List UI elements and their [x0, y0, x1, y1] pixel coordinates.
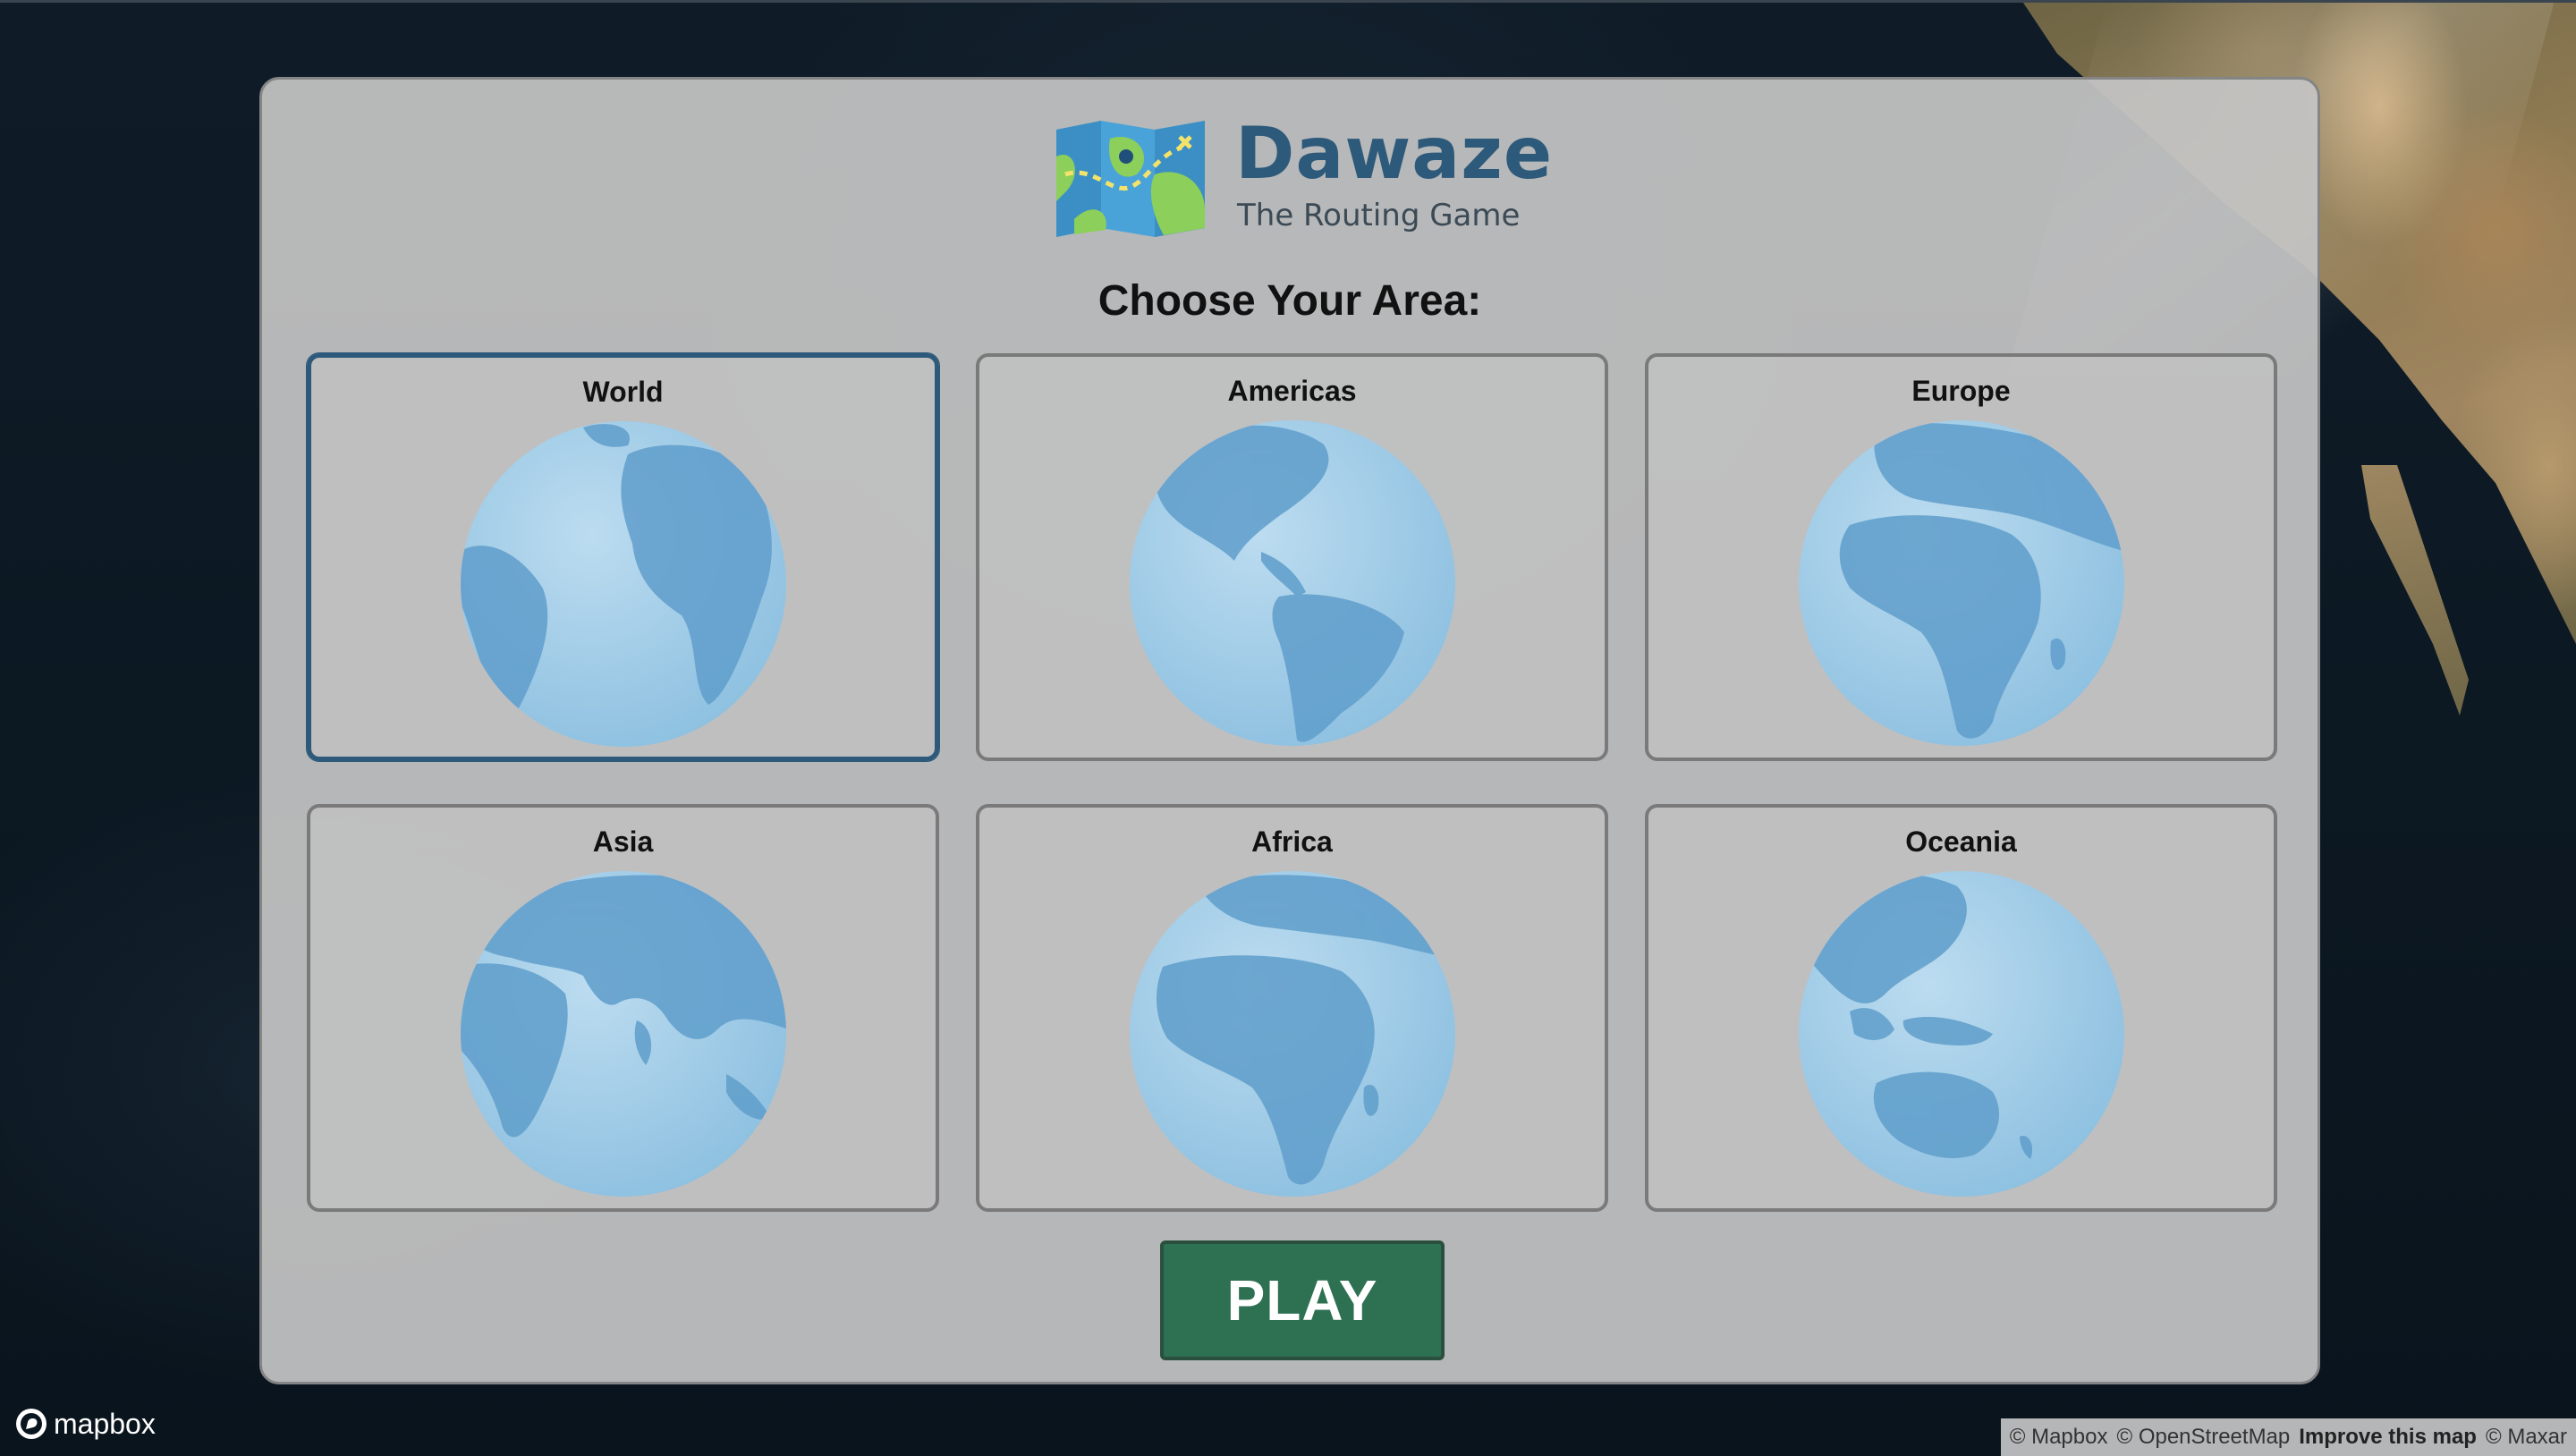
- globe-icon-asia: [460, 871, 786, 1197]
- app-subtitle: The Routing Game: [1237, 198, 1521, 233]
- area-label: Africa: [1251, 825, 1333, 858]
- globe-icon-europe: [1798, 420, 2124, 746]
- area-card-asia[interactable]: Asia: [307, 804, 939, 1212]
- baja-peninsula: [2361, 465, 2469, 715]
- area-card-europe[interactable]: Europe: [1645, 353, 2277, 761]
- area-label: World: [582, 376, 664, 408]
- attribution-mapbox-link[interactable]: © Mapbox: [2010, 1425, 2108, 1450]
- top-edge-bar: [0, 0, 2576, 3]
- globe-icon-africa: [1129, 871, 1455, 1197]
- app-title: Dawaze: [1235, 112, 1554, 195]
- area-label: Europe: [1911, 375, 2011, 407]
- area-label: Asia: [592, 825, 654, 858]
- mapbox-logo[interactable]: mapbox: [14, 1404, 156, 1443]
- mapbox-logo-text: mapbox: [54, 1407, 156, 1440]
- mapbox-logo-icon: [16, 1409, 47, 1439]
- area-card-americas[interactable]: Americas: [976, 353, 1608, 761]
- area-label: Oceania: [1905, 825, 2017, 858]
- globe-icon-world: [460, 421, 786, 747]
- map-attribution: © Mapbox © OpenStreetMap Improve this ma…: [2000, 1418, 2576, 1456]
- area-card-oceania[interactable]: Oceania: [1645, 804, 2277, 1212]
- app-logo: Dawaze The Routing Game: [1056, 114, 1557, 239]
- treasure-map-icon: [1056, 121, 1205, 237]
- area-label: Americas: [1227, 375, 1357, 407]
- globe-icon-oceania: [1798, 871, 2124, 1197]
- attribution-osm-link[interactable]: © OpenStreetMap: [2116, 1425, 2290, 1450]
- choose-area-heading: Choose Your Area:: [1097, 277, 1482, 325]
- area-card-africa[interactable]: Africa: [976, 804, 1608, 1212]
- improve-map-link[interactable]: Improve this map: [2299, 1425, 2477, 1450]
- globe-icon-americas: [1129, 420, 1455, 746]
- area-card-world[interactable]: World: [307, 353, 939, 761]
- area-selection-panel: Dawaze The Routing Game Choose Your Area…: [259, 77, 2320, 1384]
- play-button[interactable]: PLAY: [1160, 1240, 1445, 1360]
- attribution-maxar-link[interactable]: © Maxar: [2486, 1425, 2567, 1450]
